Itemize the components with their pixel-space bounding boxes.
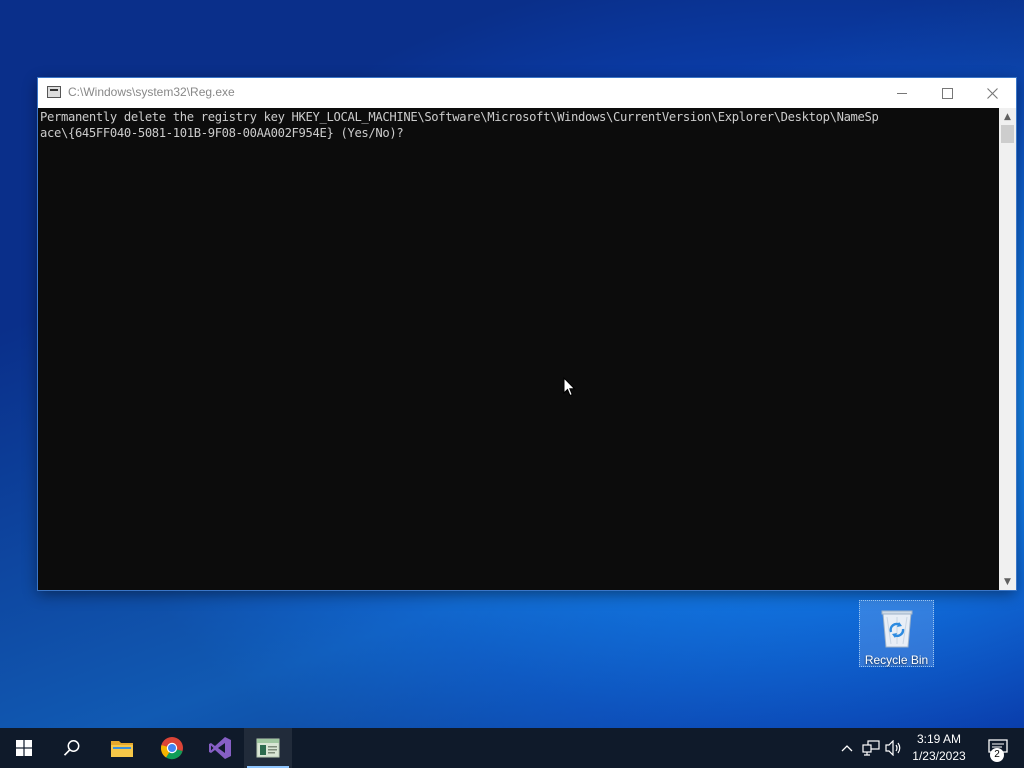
clock-date: 1/23/2023: [912, 749, 966, 763]
title-bar[interactable]: C:\Windows\system32\Reg.exe: [38, 78, 1016, 108]
visual-studio-icon: [209, 737, 231, 759]
volume-tray-button[interactable]: [884, 728, 904, 768]
network-tray-button[interactable]: [860, 728, 882, 768]
scroll-up-arrow-icon[interactable]: ▲: [999, 108, 1016, 125]
close-icon: [986, 87, 998, 99]
console-window[interactable]: C:\Windows\system32\Reg.exe Permanently …: [38, 78, 1016, 590]
console-output[interactable]: Permanently delete the registry key HKEY…: [38, 108, 999, 590]
taskbar-clock[interactable]: 3:19 AM 1/23/2023: [906, 731, 972, 765]
folder-icon: [111, 741, 133, 757]
recycle-bin-icon: [881, 610, 912, 648]
console-app-icon: [256, 738, 280, 758]
window-title: C:\Windows\system32\Reg.exe: [68, 85, 235, 99]
speaker-icon: [885, 740, 901, 756]
recycle-bin-desktop-icon[interactable]: Recycle Bin: [859, 600, 934, 667]
taskbar-chrome[interactable]: [148, 728, 196, 768]
mouse-pointer-icon: [563, 377, 576, 397]
scrollbar-thumb[interactable]: [1001, 125, 1014, 143]
minimize-icon: [897, 92, 907, 94]
console-line: Permanently delete the registry key HKEY…: [40, 110, 879, 124]
close-button[interactable]: [969, 78, 1015, 108]
network-icon: [862, 740, 880, 756]
chevron-up-icon: [841, 745, 853, 752]
notification-count-badge: 2: [990, 748, 1004, 762]
taskbar-reg-console[interactable]: [244, 728, 292, 768]
search-button[interactable]: [48, 728, 96, 768]
maximize-icon: [941, 87, 953, 99]
taskbar: 3:19 AM 1/23/2023 2: [0, 728, 1024, 768]
start-button[interactable]: [0, 728, 48, 768]
console-app-icon[interactable]: [47, 86, 61, 98]
chrome-icon: [160, 737, 183, 760]
maximize-button[interactable]: [924, 78, 970, 108]
vertical-scrollbar[interactable]: ▲ ▼: [999, 108, 1016, 590]
minimize-button[interactable]: [879, 78, 925, 108]
search-icon: [63, 740, 80, 756]
scroll-down-arrow-icon[interactable]: ▼: [999, 573, 1016, 590]
console-line: ace\{645FF040-5081-101B-9F08-00AA002F954…: [40, 126, 404, 140]
show-hidden-icons-button[interactable]: [838, 728, 856, 768]
windows-logo-icon: [16, 740, 32, 756]
clock-time: 3:19 AM: [916, 732, 962, 746]
taskbar-visual-studio[interactable]: [196, 728, 244, 768]
recycle-bin-label: Recycle Bin: [864, 653, 929, 667]
taskbar-file-explorer[interactable]: [98, 728, 146, 768]
